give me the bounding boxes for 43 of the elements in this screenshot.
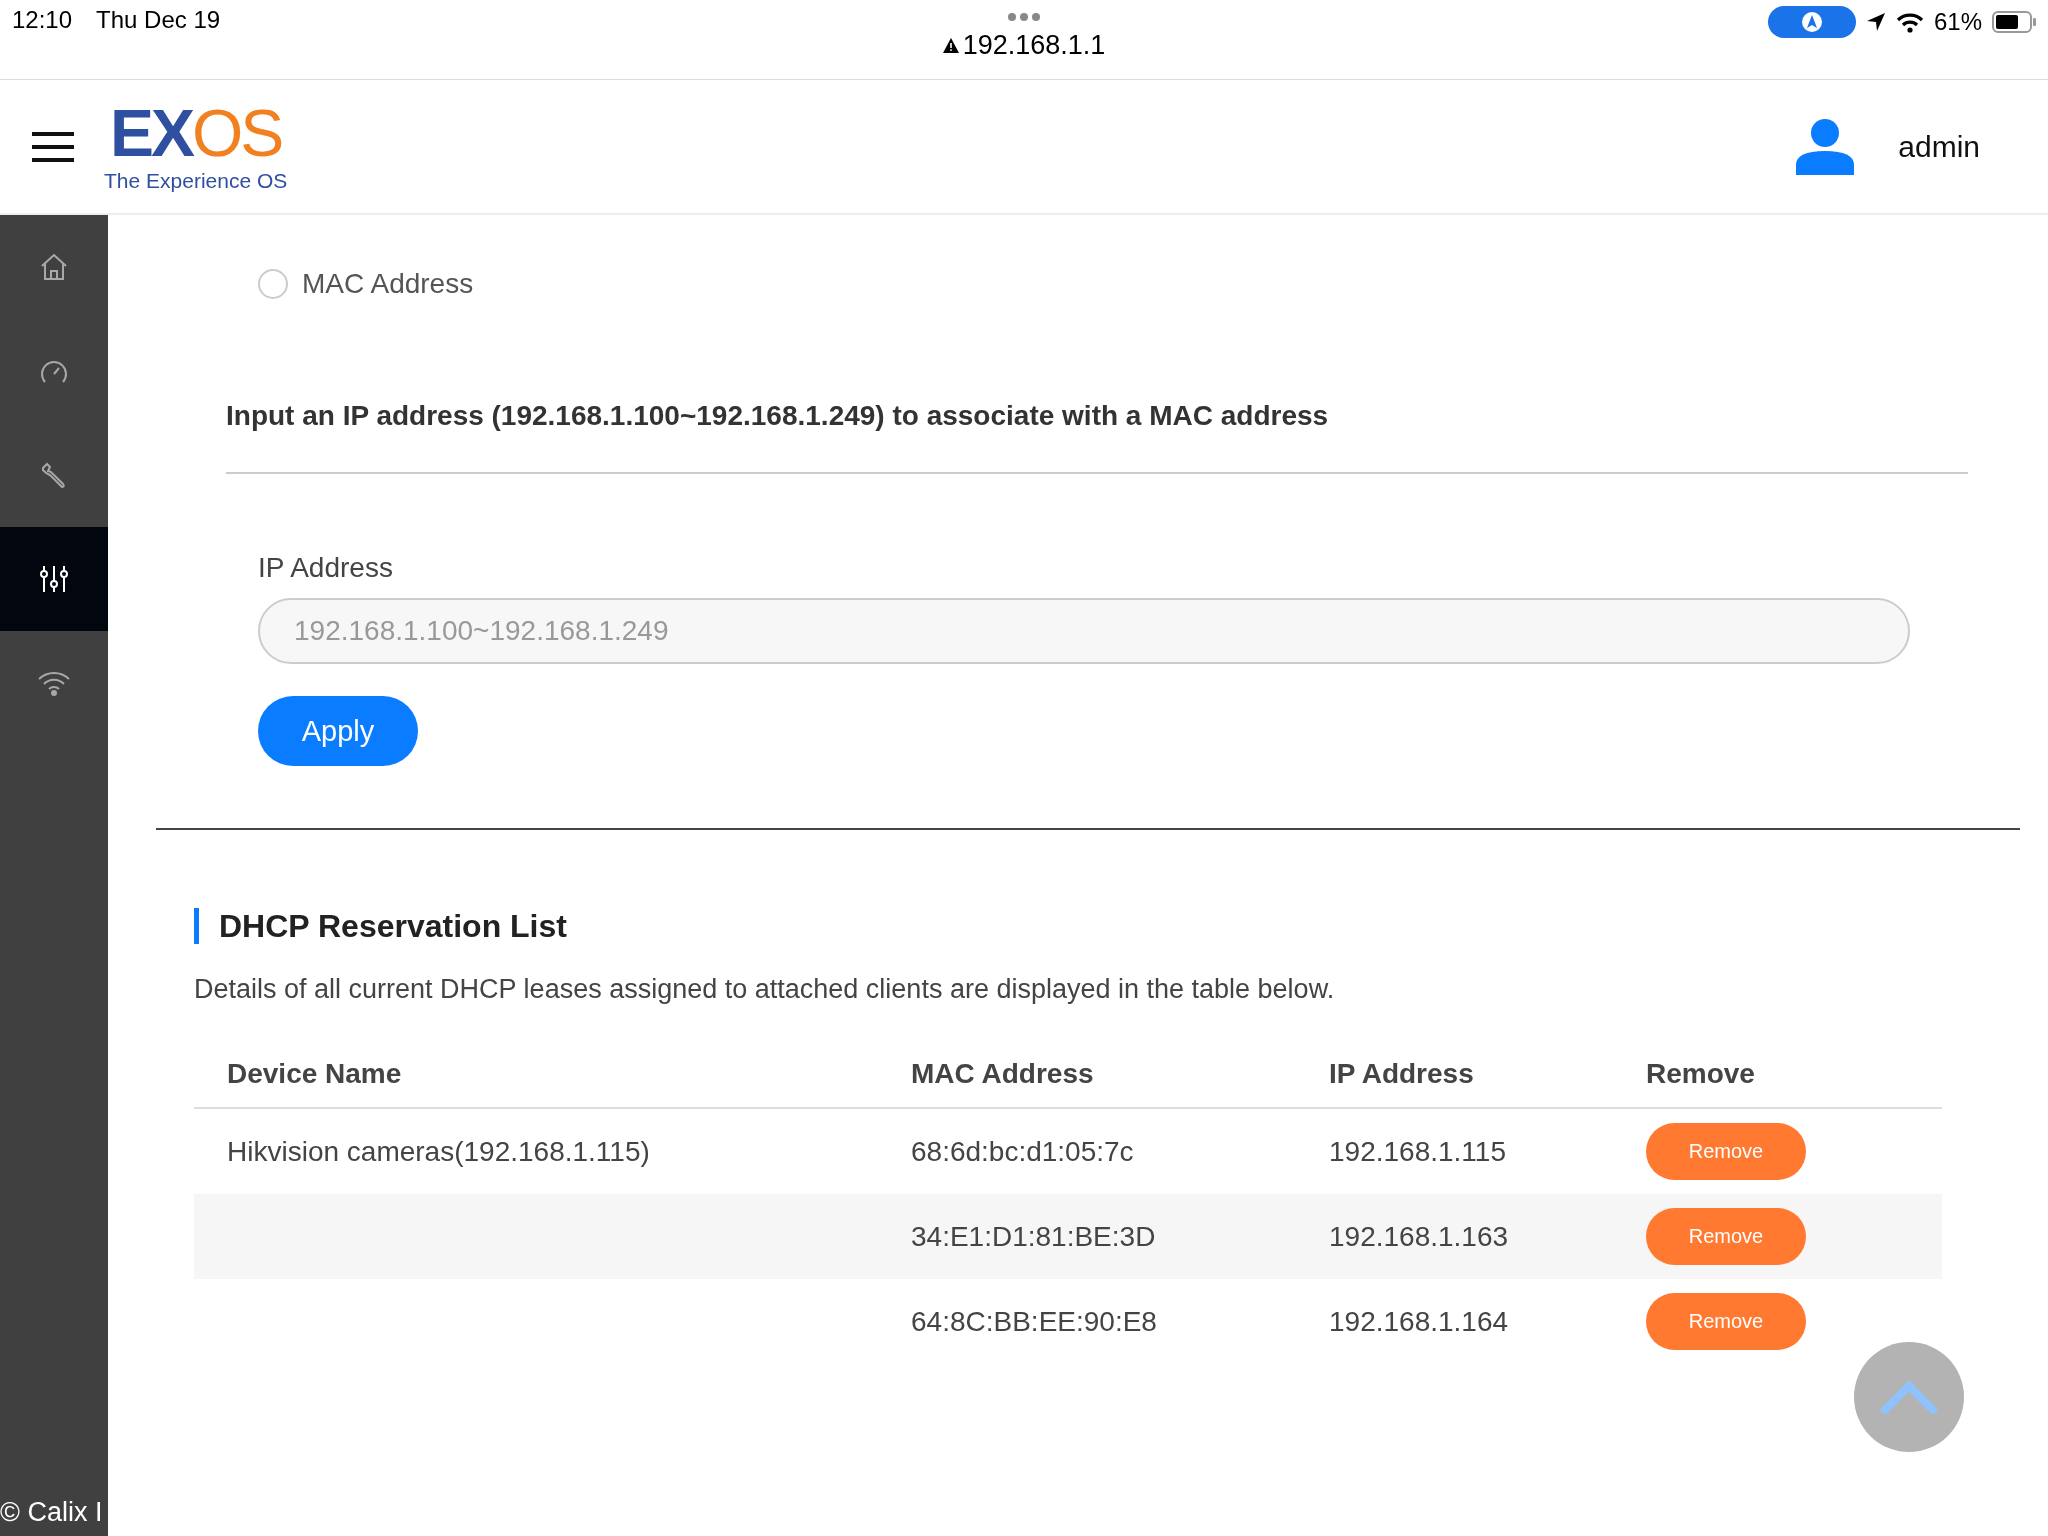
table-cell-text: 192.168.1.163 — [1329, 1220, 1510, 1253]
instruction-text: Input an IP address (192.168.1.100~192.168.1.249) to associate with a MAC address — [226, 400, 1329, 432]
logo-tagline: The Experience OS — [104, 168, 288, 193]
apply-button[interactable]: Apply — [258, 696, 418, 766]
column-header: MAC Address — [911, 1058, 1095, 1090]
table-cell-text: 64:8C:BB:EE:90:E8 — [911, 1305, 1158, 1338]
table-cell-text: 68:6d:bc:d1:05:7c — [911, 1135, 1135, 1168]
table-cell-text: 34:E1:D1:81:BE:3D — [911, 1220, 1157, 1253]
status-time: 12:10 — [12, 6, 73, 34]
radio-button[interactable] — [258, 269, 288, 299]
battery-percent: 61% — [1933, 8, 1982, 36]
location-arrow-icon — [1865, 12, 1886, 32]
remove-button[interactable]: Remove — [1646, 1123, 1806, 1180]
home-icon — [39, 252, 69, 282]
radio-label[interactable]: MAC Address — [302, 268, 474, 300]
field-label: IP Address — [258, 552, 393, 584]
ip-address-input[interactable]: 192.168.1.100~192.168.1.249 — [258, 598, 1910, 664]
menu-icon[interactable] — [32, 131, 74, 162]
column-header: IP Address — [1329, 1058, 1475, 1090]
column-header: Remove — [1646, 1058, 1756, 1090]
remove-button[interactable]: Remove — [1646, 1208, 1806, 1265]
section-description: Details of all current DHCP leases assigned to attached clients are displayed in the table below. — [194, 974, 1336, 1005]
table-cell-text: 192.168.1.164 — [1329, 1305, 1510, 1338]
address-bar[interactable]: 192.168.1.1 — [942, 30, 1106, 61]
table-cell-text: 192.168.1.115 — [1329, 1135, 1507, 1168]
warning-icon — [942, 38, 959, 53]
scroll-to-top-button[interactable] — [1854, 1342, 1964, 1452]
battery-icon — [1992, 11, 2036, 33]
username[interactable]: admin — [1898, 129, 1980, 164]
more-dots-icon[interactable] — [1007, 12, 1041, 22]
logo-wordmark: EXOS — [109, 100, 282, 165]
sliders-icon — [39, 564, 69, 594]
remove-button[interactable]: Remove — [1646, 1293, 1806, 1350]
column-header: Device Name — [227, 1058, 403, 1090]
section-title: DHCP Reservation List — [194, 908, 1942, 944]
status-date: Thu Dec 19 — [96, 6, 221, 34]
wifi-signal-icon — [1895, 11, 1924, 33]
user-avatar-icon[interactable] — [1796, 118, 1855, 175]
wifi-icon — [37, 670, 71, 696]
copyright-text: © Calix I — [0, 1497, 104, 1529]
table-cell-text: Hikvision cameras(192.168.1.115) — [227, 1135, 651, 1168]
navigation-pill-icon — [1767, 6, 1856, 38]
nav-item[interactable] — [0, 527, 108, 631]
